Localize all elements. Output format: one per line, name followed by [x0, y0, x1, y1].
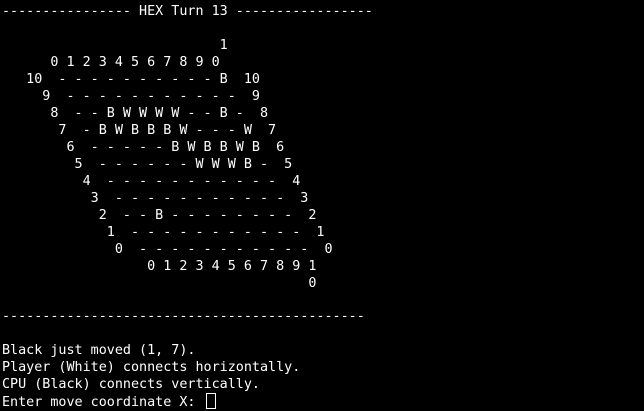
- board-row-0: 0 - - - - - - - - - - - 0: [2, 242, 333, 257]
- board-row-2: 2 - - B - - - - - - - - 2: [2, 208, 317, 223]
- board-bottom-index-row: 0 1 2 3 4 5 6 7 8 9 1: [2, 259, 317, 274]
- board-row-1: 1 - - - - - - - - - - - 1: [2, 225, 325, 240]
- board-bottom-index-row-2: 0: [2, 276, 317, 291]
- terminal-window: ---------------- HEX Turn 13 -----------…: [0, 0, 644, 411]
- board-row-7: 7 - B W B B B W - - - W 7: [2, 123, 277, 138]
- last-move-message: Black just moved (1, 7).: [2, 343, 196, 358]
- board-row-8: 8 - - B W W W W - - B - 8: [2, 106, 269, 121]
- input-prompt-line: Enter move coordinate X:: [2, 393, 300, 410]
- hex-board: 1 0 1 2 3 4 5 6 7 8 9 0 10 - - - - - - -…: [2, 37, 333, 292]
- board-top-index-row: 1: [2, 38, 228, 53]
- board-row-6: 6 - - - - - B W B B W B 6: [2, 140, 285, 155]
- board-row-9: 9 - - - - - - - - - - - 9: [2, 89, 260, 104]
- input-prompt: Enter move coordinate X:: [2, 395, 204, 410]
- board-row-10: 10 - - - - - - - - - - B 10: [2, 72, 260, 87]
- turn-header: ---------------- HEX Turn 13 -----------…: [2, 4, 373, 19]
- board-row-4: 4 - - - - - - - - - - - 4: [2, 174, 301, 189]
- board-row-5: 5 - - - - - - W W W B - 5: [2, 157, 293, 172]
- divider: ----------------------------------------…: [2, 309, 365, 324]
- board-column-index-row: 0 1 2 3 4 5 6 7 8 9 0: [2, 55, 220, 70]
- board-row-3: 3 - - - - - - - - - - - 3: [2, 191, 309, 206]
- player-info-message: Player (White) connects horizontally.: [2, 360, 301, 375]
- message-area: Black just moved (1, 7). Player (White) …: [2, 342, 300, 410]
- cpu-info-message: CPU (Black) connects vertically.: [2, 377, 260, 392]
- text-cursor[interactable]: [205, 393, 216, 409]
